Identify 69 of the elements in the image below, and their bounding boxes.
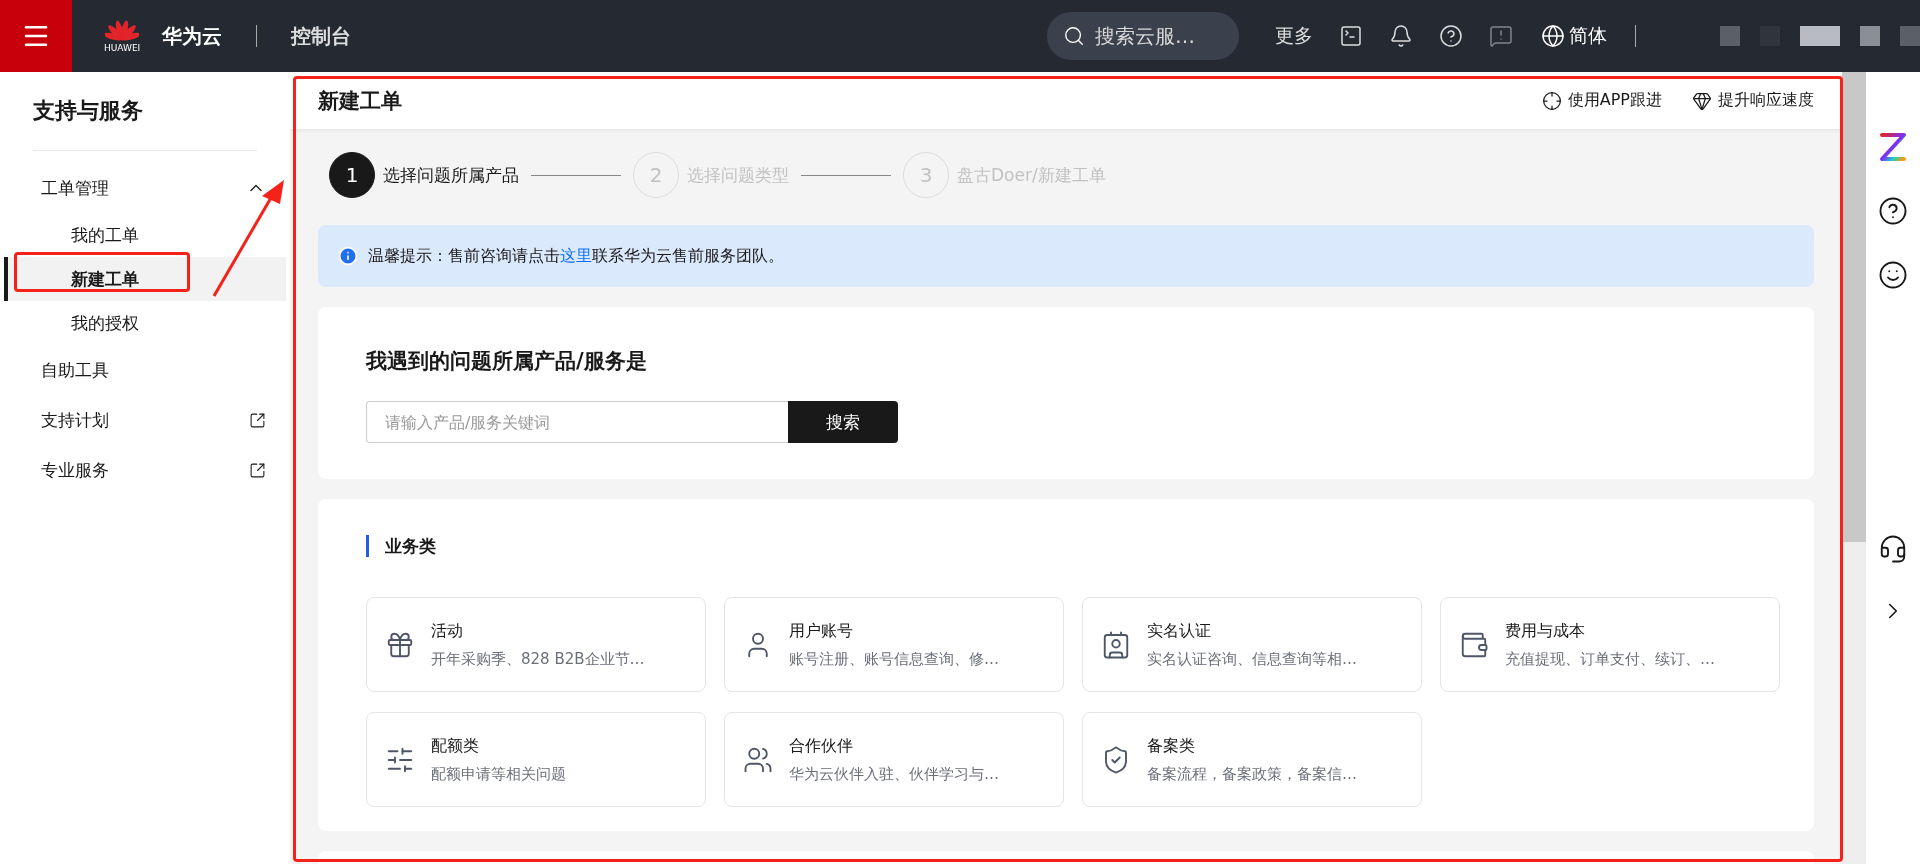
- category-tile[interactable]: 实名认证 实名认证咨询、信息查询等相…: [1082, 597, 1422, 692]
- category-title: 活动: [431, 620, 464, 642]
- search-bar[interactable]: 搜索云服…: [1047, 12, 1239, 60]
- category-title: 备案类: [1147, 735, 1196, 757]
- blurred-account: [1900, 26, 1920, 46]
- diamond-icon: [1692, 90, 1712, 111]
- category-heading: 业务类: [366, 535, 1766, 557]
- terminal-icon[interactable]: [1339, 24, 1363, 48]
- category-tile[interactable]: 配额类 配额申请等相关问题: [366, 712, 706, 807]
- logo-text: HUAWEI: [104, 43, 141, 53]
- category-description: 备案流程，备案政策，备案信…: [1147, 764, 1357, 784]
- blurred-account: [1800, 26, 1840, 46]
- smiley-icon[interactable]: [1878, 260, 1908, 290]
- category-title: 用户账号: [789, 620, 854, 642]
- category-description: 华为云伙伴入驻、伙伴学习与…: [789, 764, 999, 784]
- notice-text: 温馨提示：售前咨询请点击这里联系华为云售前服务团队。: [368, 245, 784, 267]
- sidebar-subitem[interactable]: 我的工单: [4, 213, 286, 257]
- product-search-field[interactable]: 请输入产品/服务关键词: [366, 401, 788, 443]
- menu-button[interactable]: [0, 0, 72, 72]
- notice-link[interactable]: 这里: [560, 245, 592, 265]
- more-link[interactable]: 更多: [1275, 23, 1313, 49]
- sidebar-item[interactable]: 支持计划: [4, 395, 286, 445]
- step-number: 1: [329, 152, 375, 198]
- scrollbar-thumb[interactable]: [1842, 72, 1866, 542]
- language-link[interactable]: 简体: [1541, 23, 1607, 49]
- category-description: 配额申请等相关问题: [431, 764, 566, 784]
- sidebar-item[interactable]: 自助工具: [4, 345, 286, 395]
- external-link-icon: [249, 461, 266, 479]
- category-title: 费用与成本: [1505, 620, 1586, 642]
- category-icon: [1101, 629, 1131, 660]
- globe-icon: [1541, 24, 1565, 48]
- category-tile[interactable]: 备案类 备案流程，备案政策，备案信…: [1082, 712, 1422, 807]
- header-action-link[interactable]: 使用APP跟进: [1541, 90, 1662, 111]
- category-tile[interactable]: 合作伙伴 华为云伙伴入驻、伙伴学习与…: [724, 712, 1064, 807]
- sidebar-subitem[interactable]: 我的授权: [4, 301, 286, 345]
- bell-icon[interactable]: [1389, 24, 1413, 48]
- sidebar-item[interactable]: 专业服务: [4, 445, 286, 495]
- category-tile[interactable]: 用户账号 账号注册、账号信息查询、修…: [724, 597, 1064, 692]
- help-icon[interactable]: [1878, 196, 1908, 226]
- page-title: 新建工单: [318, 87, 402, 115]
- logo-icon: [105, 19, 140, 41]
- headset-icon[interactable]: [1878, 534, 1908, 564]
- search-icon: [1063, 25, 1085, 47]
- header-action-link[interactable]: 提升响应速度: [1692, 90, 1814, 111]
- search-field[interactable]: 搜索云服…: [1093, 23, 1223, 49]
- sidebar-subitem[interactable]: 新建工单: [4, 257, 286, 301]
- info-icon: [338, 246, 358, 266]
- category-title: 配额类: [431, 735, 480, 757]
- app-logo-icon[interactable]: [1879, 132, 1907, 162]
- category-title: 合作伙伴: [789, 735, 854, 757]
- category-description: 账号注册、账号信息查询、修…: [789, 649, 999, 669]
- blurred-account: [1720, 26, 1740, 46]
- category-title: 实名认证: [1147, 620, 1212, 642]
- category-description: 实名认证咨询、信息查询等相…: [1147, 649, 1357, 669]
- search-card-heading: 我遇到的问题所属产品/服务是: [366, 348, 648, 375]
- category-tile[interactable]: 活动 开年采购季、828 B2B企业节…: [366, 597, 706, 692]
- sidebar-title: 支持与服务: [32, 97, 144, 125]
- search-button[interactable]: 搜索: [788, 401, 898, 443]
- sidebar-item[interactable]: 工单管理: [4, 163, 286, 213]
- category-tile[interactable]: 费用与成本 充值提现、订单支付、续订、…: [1440, 597, 1780, 692]
- crosshair-icon: [1541, 90, 1562, 111]
- step-label: 选择问题所属产品: [383, 163, 519, 187]
- console-link[interactable]: 控制台: [291, 22, 352, 50]
- blurred-account: [1860, 26, 1880, 46]
- category-description: 开年采购季、828 B2B企业节…: [431, 649, 645, 669]
- brand-name: 华为云: [162, 22, 223, 50]
- category-description: 充值提现、订单支付、续订、…: [1505, 649, 1715, 669]
- external-link-icon: [249, 411, 266, 429]
- message-icon[interactable]: [1489, 24, 1513, 48]
